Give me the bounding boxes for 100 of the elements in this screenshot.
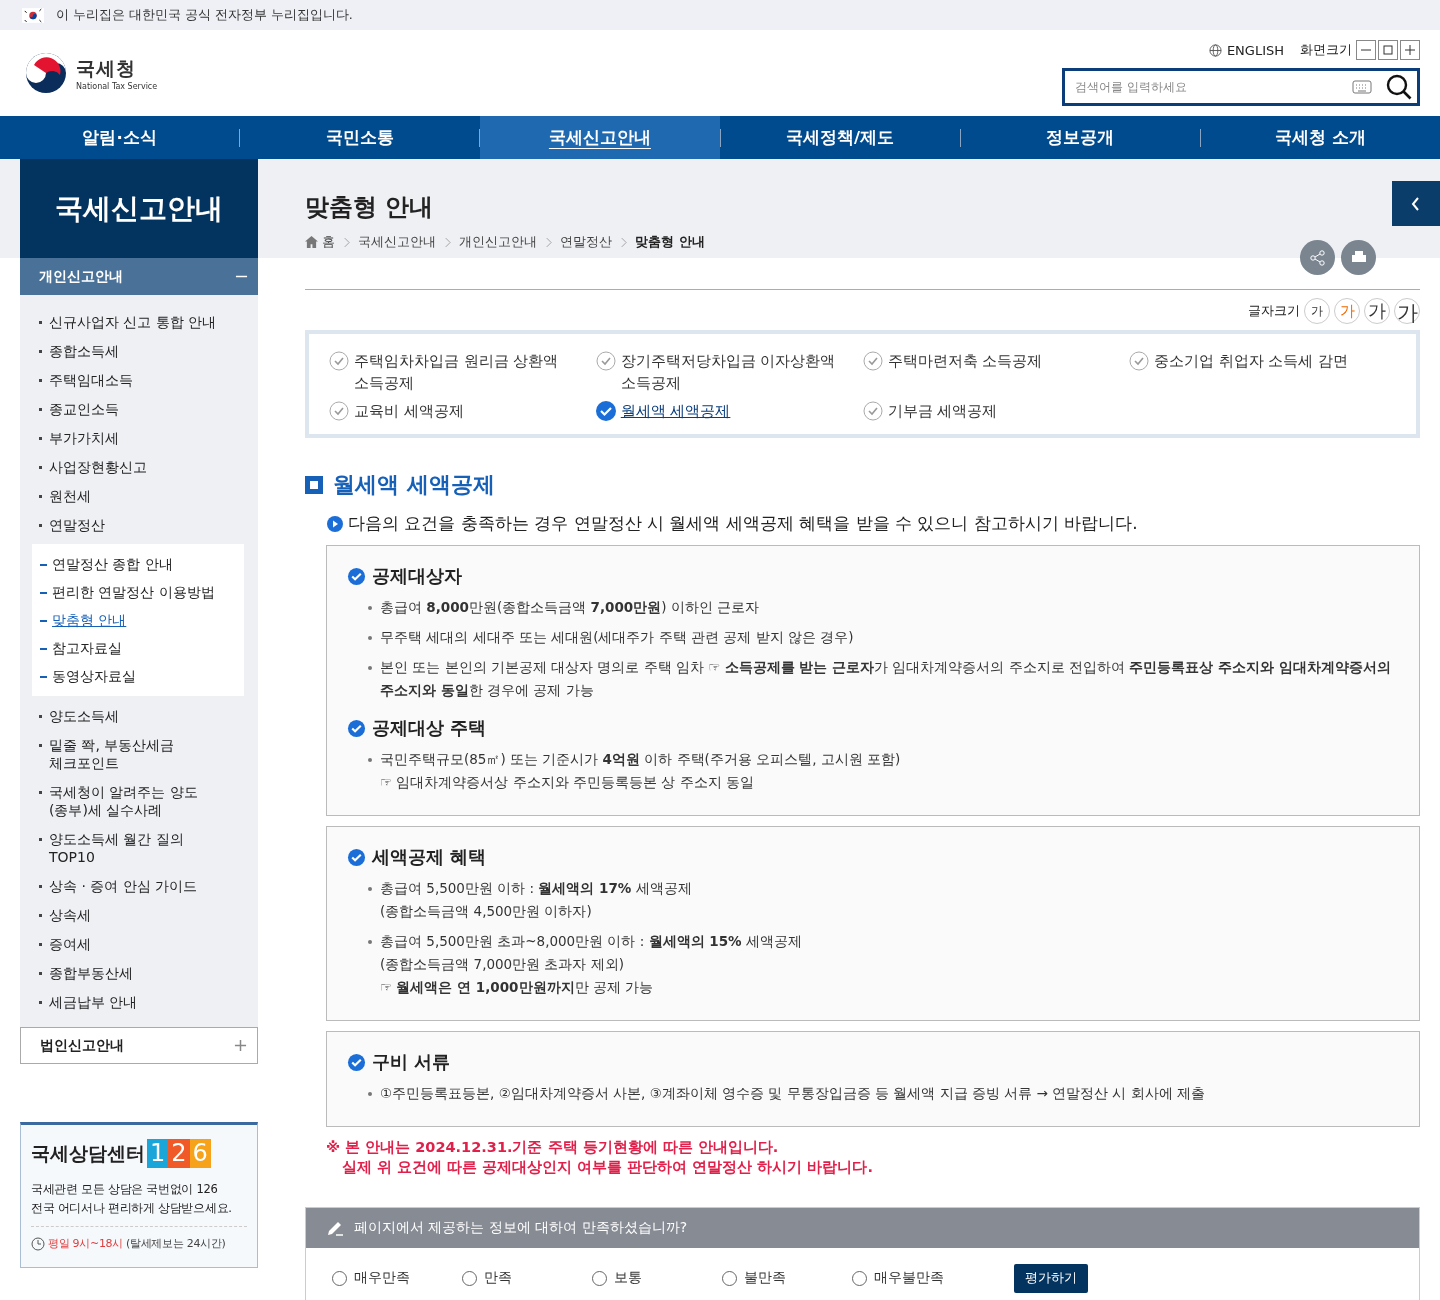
sidebar-item[interactable]: 밑줄 쫙, 부동산세금 체크포인트 [38,731,175,778]
gov-banner-text: 이 누리집은 대한민국 공식 전자정부 누리집입니다. [56,6,353,24]
zoom-in-button[interactable] [1400,40,1420,60]
nav-tab[interactable]: 알림·소식 [0,116,240,159]
chevron-icon [444,236,451,248]
sidebar-item[interactable]: 상속 · 증여 안심 가이드 [38,872,198,901]
submit-rating-button[interactable]: 평가하기 [1014,1263,1088,1293]
nav-tab[interactable]: 국세청 소개 [1200,116,1440,159]
consult-description: 국세관련 모든 상담은 국번없이 126 전국 어디서나 편리하게 상담받으세요. [31,1180,247,1227]
rating-radio[interactable]: 보통 [592,1269,682,1287]
rating-radio[interactable]: 매우만족 [332,1269,422,1287]
plus-icon [234,1039,247,1052]
sidebar-item[interactable]: 세금납부 안내 [38,988,138,1017]
sidebar-item[interactable]: 종합부동산세 [38,959,133,988]
sidebar-subitem[interactable]: 편리한 연말정산 이용방법 [32,578,215,606]
chevron-icon [620,236,627,248]
zoom-reset-button[interactable] [1378,40,1398,60]
nav-tab[interactable]: 국세신고안내 [480,116,720,159]
chevron-icon [343,236,350,248]
sidebar-item[interactable]: 양도소득세 [38,702,119,731]
font-size-label: 글자크기 [1248,302,1300,320]
square-icon [1382,44,1394,56]
page-title: 맞춤형 안내 [305,192,434,223]
chevron-left-icon [1410,195,1422,212]
font-size-button[interactable]: 가 [1304,298,1330,324]
topic-tab[interactable]: 주택마련저축 소득공제 [862,350,1130,394]
chevron-icon [545,236,552,248]
bullet-note: (종합소득금액 7,000만원 초과자 제외) [380,955,626,974]
breadcrumb-link[interactable]: 개인신고안내 [459,233,537,251]
sidebar-item[interactable]: 상속세 [38,901,91,930]
emblem-icon [24,51,68,95]
sidebar-item[interactable]: 종합소득세 [38,337,119,366]
sidebar-item[interactable]: 신규사업자 신고 통합 안내 [38,308,217,337]
sidebar-item[interactable]: 국세청이 알려주는 양도 (종부)세 실수사례 [38,778,198,825]
sidebar-title: 국세신고안내 [20,159,258,258]
breadcrumb-link[interactable]: 국세신고안내 [358,233,436,251]
keyboard-icon[interactable] [1352,80,1372,94]
breadcrumb-link[interactable]: 연말정산 [560,233,612,251]
play-circle-icon [327,515,343,532]
zoom-out-button[interactable] [1356,40,1376,60]
check-circle-icon [347,718,366,738]
nav-tab[interactable]: 국민소통 [240,116,480,159]
zoom-label: 화면크기 [1300,41,1352,59]
font-size-button[interactable]: 가 [1364,298,1390,324]
topic-tab[interactable]: 주택임차차입금 원리금 상환액 소득공제 [329,350,596,394]
notice-text: ※ 본 안내는 2024.12.31.기준 주택 등기현황에 따른 안내입니다. [326,1138,780,1157]
sidebar-section[interactable]: 법인신고안내 [20,1027,258,1064]
sidebar-item[interactable]: 원천세 [38,482,91,511]
side-panel-toggle[interactable] [1392,181,1440,226]
topic-tab[interactable]: 중소기업 취업자 소득세 감면 [1129,350,1396,394]
rating-radio[interactable]: 만족 [462,1269,552,1287]
check-circle-icon [595,401,616,421]
check-circle-icon [347,1052,366,1072]
sidebar-subitem[interactable]: 동영상자료실 [32,662,136,690]
check-circle-icon [347,566,366,586]
check-circle-icon [862,351,883,371]
sidebar-subitem[interactable]: 참고자료실 [32,634,122,662]
sidebar-item[interactable]: 양도소득세 월간 질의 TOP10 [38,825,184,872]
topic-tab[interactable]: 장기주택저당차입금 이자상환액 소득공제 [595,350,863,394]
bullet-note: ☞ 임대차계약증서상 주소지와 주민등록등본 상 주소지 동일 [380,773,755,792]
logo-name: 국세청 [76,55,137,81]
sidebar-item[interactable]: 부가가치세 [38,424,119,453]
search-field[interactable]: 검색어를 입력하세요 [1062,68,1420,106]
notice-text: 실제 위 요건에 따른 공제대상인지 여부를 판단하여 연말정산 하시기 바랍니다. [341,1158,874,1177]
logo-subtitle: National Tax Service [76,81,158,91]
card-heading: 구비 서류 [372,1051,451,1074]
sidebar-subitem[interactable]: 맞춤형 안내 [32,606,127,634]
font-size-button[interactable]: 가 [1394,298,1420,324]
sidebar-item[interactable]: 증여세 [38,930,91,959]
square-bullet-icon [305,476,323,494]
nav-tab[interactable]: 국세정책/제도 [720,116,960,159]
topic-tab[interactable]: 기부금 세액공제 [862,400,1130,422]
english-link[interactable]: ENGLISH [1208,42,1284,58]
sidebar-subitem[interactable]: 연말정산 종합 안내 [32,550,173,578]
check-circle-icon [329,351,349,371]
bullet-text: 총급여 5,500만원 초과~8,000만원 이하 : 월세액의 15% 세액공제 [380,933,802,949]
consult-title: 국세상담센터 [31,1140,145,1166]
bullet-text: 총급여 5,500만원 이하 : 월세액의 17% 세액공제 [380,880,692,896]
card-heading: 공제대상자 [372,565,462,588]
sidebar-item[interactable]: 연말정산 [38,511,105,540]
rating-radio[interactable]: 매우불만족 [852,1269,944,1287]
rating-radio[interactable]: 불만족 [722,1269,812,1287]
check-circle-icon [347,847,366,867]
search-icon[interactable] [1386,74,1412,100]
home-icon [305,236,318,248]
breadcrumb-link[interactable]: 맞춤형 안내 [635,233,705,251]
nav-tab[interactable]: 정보공개 [960,116,1200,159]
share-icon [1307,247,1328,268]
intro-text: 다음의 요건을 충족하는 경우 연말정산 시 월세액 세액공제 혜택을 받을 수 있으니 참고하시기 바랍니다. [348,512,1138,535]
check-circle-icon [329,401,349,421]
bullet-text: 본인 또는 본인의 기본공제 대상자 명의로 주택 임차 ☞ 소득공제를 받는 근로자가 임대차계약증서의 주소지로 전입하여 주민등록표상 주소지와 임대차계약증서의 주소지와 동일한 경우에 공제 가능 [380,659,1391,698]
breadcrumb-link[interactable]: 홈 [322,233,335,251]
sidebar-item[interactable]: 사업장현황신고 [38,453,147,482]
sidebar-item[interactable]: 주택임대소득 [38,366,133,395]
card-heading: 세액공제 혜택 [372,846,487,869]
logo[interactable]: 국세청 National Tax Service [24,51,158,95]
topic-tab[interactable]: 교육비 세액공제 [329,400,596,422]
sidebar-item[interactable]: 종교인소득 [38,395,119,424]
sidebar-section[interactable]: 개인신고안내 [20,258,258,295]
check-circle-icon [1129,351,1150,371]
